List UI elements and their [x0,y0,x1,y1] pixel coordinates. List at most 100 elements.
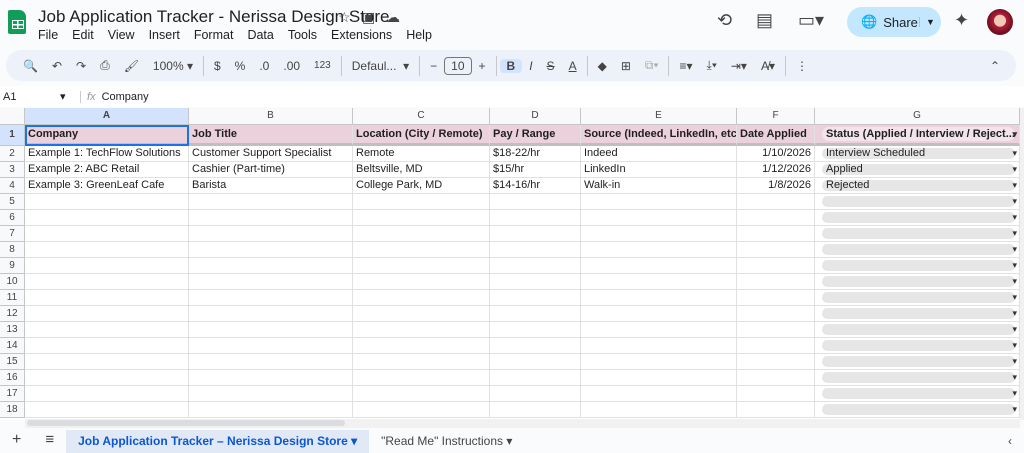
cell[interactable]: $14-16/hr [490,178,581,194]
cell[interactable] [737,338,815,354]
cell[interactable] [737,306,815,322]
font-size-decrease[interactable]: − [423,59,444,73]
borders-icon[interactable]: ⊞ [614,59,638,73]
version-history-icon[interactable]: ⟲ [717,10,732,31]
cell[interactable] [490,386,581,402]
cell[interactable] [737,354,815,370]
cell[interactable] [490,338,581,354]
zoom-select[interactable]: 100% ▾ [146,59,200,73]
header-cell[interactable]: Job Title [189,125,353,146]
cell[interactable] [581,338,737,354]
status-chip[interactable] [822,244,1017,255]
search-icon[interactable]: 🔍 [16,59,45,73]
spreadsheet-grid[interactable]: A B C D E F G 1 Company Job Title Location (City /… [0,108,1020,420]
status-dropdown-cell[interactable] [815,226,1020,242]
name-box-dropdown-icon[interactable]: ▾ [60,90,80,103]
cell[interactable]: 1/12/2026 [737,162,815,178]
cell[interactable] [189,306,353,322]
strikethrough-icon[interactable]: S [540,59,562,73]
undo-icon[interactable]: ↶ [45,59,69,73]
meet-icon[interactable]: ▭▾ [798,10,824,31]
row-header[interactable]: 1 [0,125,25,146]
cell[interactable] [581,402,737,418]
percent-button[interactable]: % [228,59,253,73]
more-icon[interactable]: ⋮ [789,59,815,73]
row-header[interactable]: 6 [0,210,25,226]
status-chip[interactable] [822,212,1017,223]
cell[interactable] [490,354,581,370]
column-header-g[interactable]: G [815,108,1020,125]
cell[interactable] [353,338,490,354]
redo-icon[interactable]: ↷ [69,59,93,73]
row-header[interactable]: 4 [0,178,25,194]
row-header[interactable]: 8 [0,242,25,258]
cell[interactable] [490,290,581,306]
cell[interactable] [25,354,189,370]
cell[interactable] [737,322,815,338]
cell[interactable] [353,226,490,242]
cell[interactable] [353,354,490,370]
cell[interactable] [737,194,815,210]
status-dropdown-cell[interactable] [815,210,1020,226]
row-header[interactable]: 13 [0,322,25,338]
star-icon[interactable]: ☆ [338,9,351,26]
cell[interactable] [581,194,737,210]
cell[interactable] [189,290,353,306]
cell[interactable] [737,290,815,306]
status-chip[interactable] [822,324,1017,335]
cell[interactable] [490,194,581,210]
cell[interactable] [581,242,737,258]
cell[interactable]: LinkedIn [581,162,737,178]
row-header[interactable]: 7 [0,226,25,242]
status-dropdown-cell[interactable]: Status (Applied / Interview / Reject... [815,125,1020,146]
status-chip[interactable]: Interview Scheduled [822,148,1017,159]
fill-color-icon[interactable]: ◆ [591,59,614,73]
text-wrap-icon[interactable]: ⇥▾ [724,59,754,73]
cell[interactable] [581,258,737,274]
row-header[interactable]: 14 [0,338,25,354]
cell[interactable] [189,354,353,370]
cell[interactable] [353,386,490,402]
cell[interactable] [581,306,737,322]
menu-file[interactable]: File [38,28,58,42]
header-cell[interactable]: Date Applied [737,125,815,146]
status-chip[interactable] [822,292,1017,303]
cell[interactable] [581,354,737,370]
text-rotation-icon[interactable]: A̸▾ [754,59,782,73]
menu-format[interactable]: Format [194,28,234,42]
cell[interactable] [581,322,737,338]
header-cell[interactable]: Company [25,125,189,146]
scroll-tabs-left-icon[interactable]: ‹ [996,430,1024,453]
menu-insert[interactable]: Insert [149,28,180,42]
row-header[interactable]: 12 [0,306,25,322]
cell[interactable]: 1/8/2026 [737,178,815,194]
cell[interactable] [490,306,581,322]
status-dropdown-cell[interactable] [815,354,1020,370]
cell[interactable] [25,402,189,418]
cell[interactable]: Example 3: GreenLeaf Cafe [25,178,189,194]
cell[interactable] [189,386,353,402]
cell[interactable] [490,370,581,386]
cell[interactable] [25,194,189,210]
cell[interactable] [353,194,490,210]
menu-tools[interactable]: Tools [288,28,317,42]
cell[interactable] [189,210,353,226]
share-dropdown-icon[interactable]: ▼ [919,17,941,27]
cell[interactable] [25,210,189,226]
cell[interactable] [490,210,581,226]
status-dropdown-cell[interactable] [815,242,1020,258]
status-dropdown-cell[interactable] [815,402,1020,418]
row-header[interactable]: 18 [0,402,25,418]
font-size-input[interactable]: 10 [444,56,472,75]
row-header[interactable]: 3 [0,162,25,178]
cell[interactable] [25,226,189,242]
status-dropdown-cell[interactable] [815,322,1020,338]
status-dropdown-cell[interactable] [815,274,1020,290]
cell[interactable] [490,242,581,258]
cell[interactable] [581,226,737,242]
cell[interactable] [490,274,581,290]
cell[interactable] [581,386,737,402]
menu-extensions[interactable]: Extensions [331,28,392,42]
row-header[interactable]: 15 [0,354,25,370]
valign-icon[interactable]: ⤓▾ [700,58,724,73]
